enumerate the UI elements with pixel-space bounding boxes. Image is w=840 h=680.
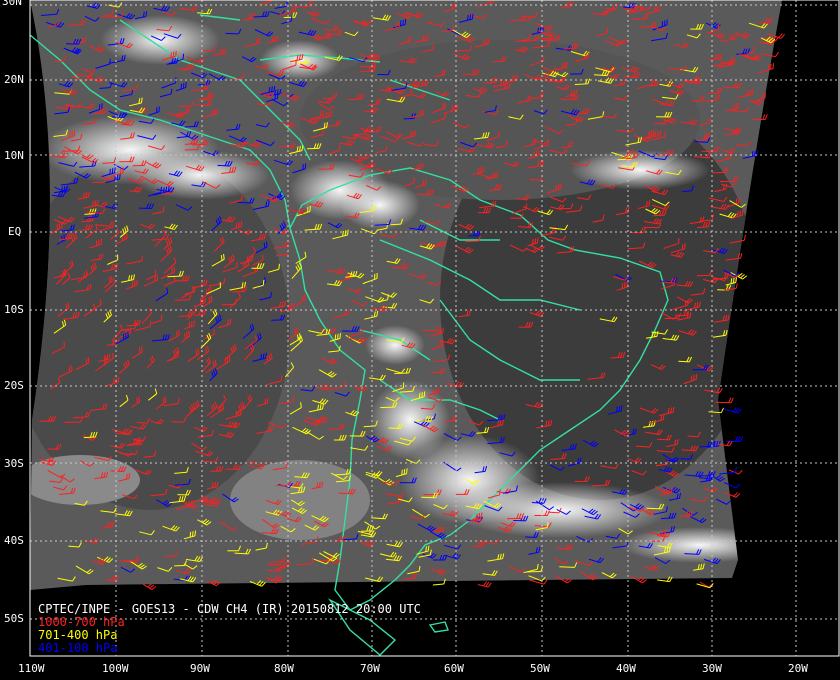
wind-barb bbox=[726, 436, 743, 443]
ir-imagery bbox=[8, 0, 782, 590]
lon-label: 30W bbox=[702, 662, 722, 675]
lon-label: 100W bbox=[102, 662, 129, 675]
lat-label: 50S bbox=[4, 612, 24, 625]
lon-label: 40W bbox=[616, 662, 636, 675]
latitude-axis: 30N 20N 10N EQ 10S 20S 30S 40S 50S bbox=[2, 0, 24, 625]
lat-label: 40S bbox=[4, 534, 24, 547]
lon-label: 80W bbox=[274, 662, 294, 675]
lon-label: 70W bbox=[360, 662, 380, 675]
lon-label: 110W bbox=[18, 662, 45, 675]
falkland-islands bbox=[428, 621, 449, 633]
wind-barb bbox=[696, 583, 714, 589]
lat-label: 20S bbox=[4, 379, 24, 392]
lat-label: 20N bbox=[4, 73, 24, 86]
longitude-axis: 110W 100W 90W 80W 70W 60W 50W 40W 30W 20… bbox=[18, 662, 808, 675]
legend-entry-high: 401-100 hPa bbox=[38, 641, 118, 655]
lon-label: 60W bbox=[444, 662, 464, 675]
legend: CPTEC/INPE - GOES13 - CDW CH4 (IR) 20150… bbox=[38, 603, 421, 655]
satellite-map: 30N 20N 10N EQ 10S 20S 30S 40S 50S 110W … bbox=[2, 0, 840, 675]
lat-label: 30S bbox=[4, 457, 24, 470]
lon-label: 50W bbox=[530, 662, 550, 675]
lon-label: 20W bbox=[788, 662, 808, 675]
wind-barb bbox=[723, 407, 742, 414]
lat-label: 10N bbox=[4, 149, 24, 162]
lat-label: 10S bbox=[4, 303, 24, 316]
lon-label: 90W bbox=[190, 662, 210, 675]
wind-barb bbox=[477, 581, 492, 588]
lat-label: EQ bbox=[8, 225, 21, 238]
lat-label: 30N bbox=[2, 0, 22, 8]
